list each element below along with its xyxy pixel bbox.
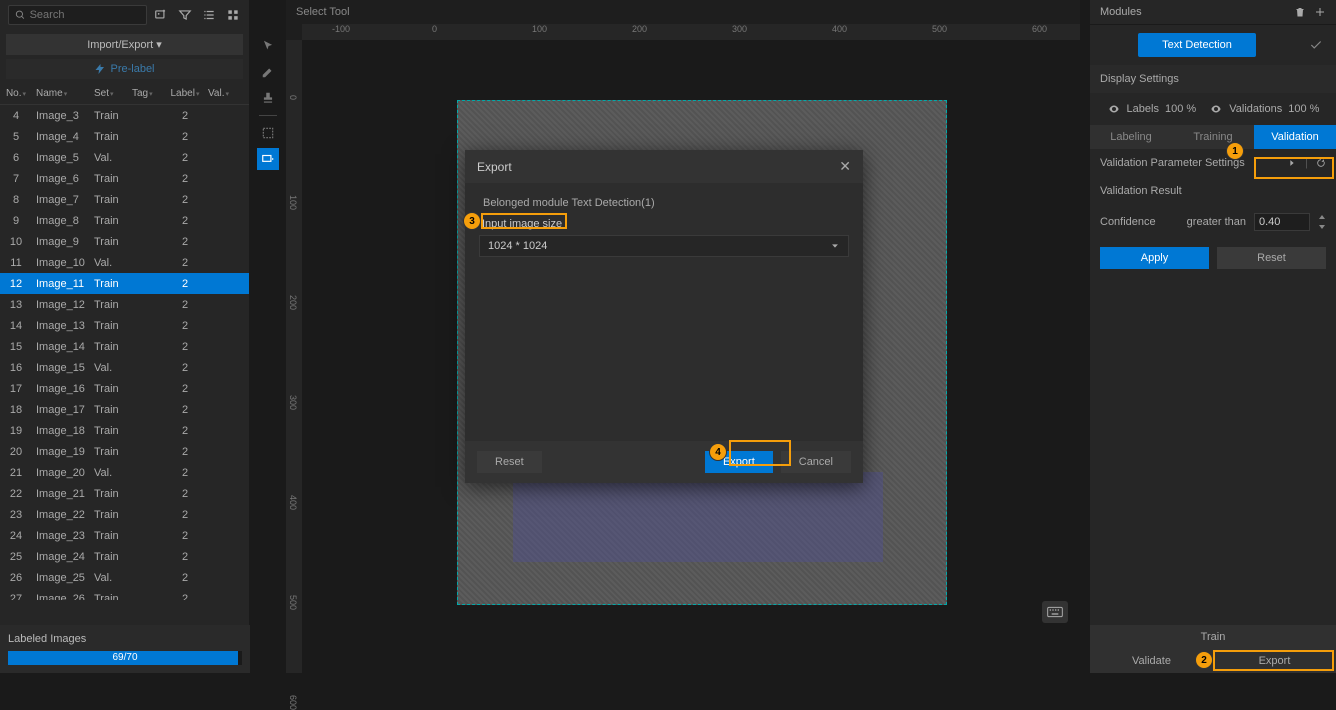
sequence-tool[interactable] <box>257 148 279 170</box>
pre-label-text: Pre-label <box>110 63 154 75</box>
left-panel: Import/Export ▾ Pre-label No.▾ Name▾ Set… <box>0 0 250 673</box>
mode-tabs: Labeling Training Validation <box>1090 125 1336 149</box>
table-row[interactable]: 23Image_22Train2 <box>0 504 249 525</box>
progress-text: 69/70 <box>8 651 242 665</box>
eye-icon <box>1107 103 1121 115</box>
table-row[interactable]: 9Image_8Train2 <box>0 210 249 231</box>
plus-icon[interactable] <box>1314 6 1326 18</box>
reset-button[interactable]: Reset <box>1217 247 1326 269</box>
callout-3: 3 <box>463 212 481 230</box>
pointer-tool[interactable] <box>257 35 279 57</box>
export-dialog: Export ✕ Belonged module Text Detection(… <box>465 150 863 483</box>
right-panel: Modules Text Detection Display Settings … <box>1090 0 1336 673</box>
table-row[interactable]: 26Image_25Val.2 <box>0 567 249 588</box>
callout-1: 1 <box>1226 142 1244 160</box>
input-size-label: Input image size <box>479 217 565 231</box>
table-row[interactable]: 25Image_24Train2 <box>0 546 249 567</box>
grid-icon[interactable] <box>225 7 241 23</box>
table-row[interactable]: 8Image_7Train2 <box>0 189 249 210</box>
table-row[interactable]: 12Image_11Train2 <box>0 273 249 294</box>
greater-than-label: greater than <box>1187 216 1246 228</box>
tool-toolbar <box>256 25 280 170</box>
train-button[interactable]: Train <box>1090 625 1336 649</box>
dialog-module-text: Belonged module Text Detection(1) <box>479 197 849 209</box>
pre-label-button[interactable]: Pre-label <box>6 59 243 79</box>
header-val[interactable]: Val.▾ <box>204 86 234 101</box>
table-row[interactable]: 17Image_16Train2 <box>0 378 249 399</box>
table-row[interactable]: 24Image_23Train2 <box>0 525 249 546</box>
validation-params-header[interactable]: Validation Parameter Settings | <box>1090 149 1336 177</box>
tab-validation[interactable]: Validation <box>1254 125 1336 149</box>
validation-result-header: Validation Result <box>1090 177 1336 205</box>
image-add-icon[interactable] <box>153 7 169 23</box>
search-icon <box>15 9 26 21</box>
dialog-reset-button[interactable]: Reset <box>477 451 542 473</box>
marquee-tool[interactable] <box>257 122 279 144</box>
trash-icon[interactable] <box>1294 6 1306 18</box>
confidence-row: Confidence greater than <box>1090 205 1336 239</box>
close-icon[interactable]: ✕ <box>839 158 851 175</box>
table-row[interactable]: 16Image_15Val.2 <box>0 357 249 378</box>
export-button[interactable]: Export <box>1213 649 1336 673</box>
import-export-button[interactable]: Import/Export ▾ <box>6 34 243 55</box>
labeled-section: Labeled Images 69/70 <box>0 625 250 673</box>
filter-icon[interactable] <box>177 7 193 23</box>
table-row[interactable]: 11Image_10Val.2 <box>0 252 249 273</box>
input-size-select[interactable]: 1024 * 1024 <box>479 235 849 257</box>
table-row[interactable]: 19Image_18Train2 <box>0 420 249 441</box>
header-set[interactable]: Set▾ <box>90 86 128 101</box>
stamp-tool[interactable] <box>257 87 279 109</box>
detection-overlay <box>513 472 883 562</box>
table-row[interactable]: 10Image_9Train2 <box>0 231 249 252</box>
header-name[interactable]: Name▾ <box>32 86 90 101</box>
table-row[interactable]: 22Image_21Train2 <box>0 483 249 504</box>
edit-tool[interactable] <box>257 61 279 83</box>
dialog-title: Export <box>477 160 512 174</box>
check-icon[interactable] <box>1304 38 1328 52</box>
stepper-icon[interactable] <box>1318 215 1326 229</box>
header-label[interactable]: Label▾ <box>166 86 204 101</box>
eye-icon <box>1209 103 1223 115</box>
table-row[interactable]: 27Image_26Train2 <box>0 588 249 600</box>
table-row[interactable]: 6Image_5Val.2 <box>0 147 249 168</box>
callout-4: 4 <box>709 443 727 461</box>
table-row[interactable]: 21Image_20Val.2 <box>0 462 249 483</box>
canvas-title: Select Tool <box>286 0 1080 24</box>
callout-2: 2 <box>1195 651 1213 669</box>
tab-labeling[interactable]: Labeling <box>1090 125 1172 149</box>
table-header: No.▾ Name▾ Set▾ Tag▾ Label▾ Val.▾ <box>0 83 249 105</box>
ruler-horizontal: -1000100200300400500600 <box>302 24 1080 40</box>
refresh-icon[interactable] <box>1316 158 1326 168</box>
ruler-vertical: 0100200300400500600 <box>286 40 302 673</box>
dialog-cancel-button[interactable]: Cancel <box>781 451 851 473</box>
display-settings-title: Display Settings <box>1090 65 1336 93</box>
validations-toggle[interactable]: Validations 100 % <box>1209 103 1319 115</box>
progress-bar: 69/70 <box>8 651 242 665</box>
labeled-title: Labeled Images <box>8 633 242 645</box>
table-row[interactable]: 14Image_13Train2 <box>0 315 249 336</box>
modules-title: Modules <box>1100 6 1142 18</box>
apply-button[interactable]: Apply <box>1100 247 1209 269</box>
table-row[interactable]: 5Image_4Train2 <box>0 126 249 147</box>
table-row[interactable]: 4Image_3Train2 <box>0 105 249 126</box>
table-row[interactable]: 13Image_12Train2 <box>0 294 249 315</box>
image-table: 4Image_3Train25Image_4Train26Image_5Val.… <box>0 105 249 600</box>
confidence-input[interactable] <box>1254 213 1310 231</box>
list-icon[interactable] <box>201 7 217 23</box>
table-row[interactable]: 20Image_19Train2 <box>0 441 249 462</box>
confidence-label: Confidence <box>1100 216 1179 228</box>
header-no[interactable]: No.▾ <box>0 86 32 101</box>
table-row[interactable]: 15Image_14Train2 <box>0 336 249 357</box>
table-row[interactable]: 18Image_17Train2 <box>0 399 249 420</box>
search-input[interactable] <box>30 9 140 21</box>
header-tag[interactable]: Tag▾ <box>128 86 166 101</box>
keyboard-icon[interactable] <box>1042 601 1068 623</box>
table-row[interactable]: 7Image_6Train2 <box>0 168 249 189</box>
labels-toggle[interactable]: Labels 100 % <box>1107 103 1197 115</box>
chevron-down-icon <box>830 241 840 251</box>
module-chip[interactable]: Text Detection <box>1138 33 1256 57</box>
chevron-right-icon[interactable] <box>1287 158 1297 168</box>
bolt-icon <box>94 63 106 75</box>
search-box[interactable] <box>8 5 147 25</box>
